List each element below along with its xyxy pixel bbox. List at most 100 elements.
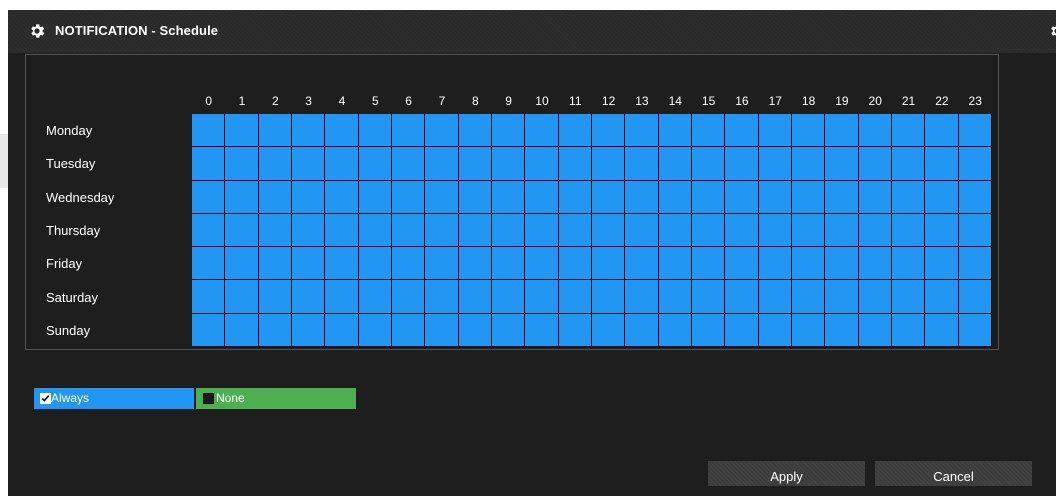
schedule-cell[interactable] [958,180,991,213]
schedule-cell[interactable] [358,114,391,147]
schedule-cell[interactable] [858,114,891,147]
schedule-cell[interactable] [925,313,958,346]
schedule-cell[interactable] [525,247,558,280]
schedule-cell[interactable] [558,147,591,180]
schedule-cell[interactable] [591,114,625,147]
schedule-cell[interactable] [658,280,691,313]
schedule-cell[interactable] [291,180,325,213]
gear-icon[interactable] [1048,22,1056,40]
schedule-cell[interactable] [558,280,591,313]
schedule-cell[interactable] [625,313,658,346]
schedule-cell[interactable] [258,280,291,313]
schedule-cell[interactable] [358,280,391,313]
schedule-cell[interactable] [225,147,258,180]
schedule-cell[interactable] [325,213,358,247]
schedule-cell[interactable] [491,114,525,147]
schedule-grid[interactable] [192,114,992,347]
schedule-cell[interactable] [325,114,358,147]
schedule-cell[interactable] [225,313,258,346]
schedule-cell[interactable] [758,247,791,280]
schedule-cell[interactable] [725,280,758,313]
schedule-cell[interactable] [358,180,391,213]
schedule-cell[interactable] [391,213,425,247]
schedule-cell[interactable] [825,213,858,247]
cancel-button[interactable]: Cancel [875,461,1032,486]
schedule-cell[interactable] [291,147,325,180]
schedule-cell[interactable] [192,280,225,313]
schedule-cell[interactable] [358,313,391,346]
schedule-cell[interactable] [691,247,725,280]
schedule-cell[interactable] [491,313,525,346]
schedule-cell[interactable] [925,213,958,247]
schedule-cell[interactable] [725,247,758,280]
schedule-cell[interactable] [325,147,358,180]
schedule-cell[interactable] [625,147,658,180]
schedule-cell[interactable] [192,213,225,247]
schedule-cell[interactable] [291,247,325,280]
schedule-cell[interactable] [725,147,758,180]
schedule-cell[interactable] [258,247,291,280]
schedule-cell[interactable] [858,147,891,180]
schedule-cell[interactable] [625,180,658,213]
schedule-cell[interactable] [525,213,558,247]
schedule-cell[interactable] [391,114,425,147]
schedule-cell[interactable] [658,313,691,346]
schedule-cell[interactable] [891,114,925,147]
schedule-cell[interactable] [491,247,525,280]
schedule-cell[interactable] [291,114,325,147]
schedule-cell[interactable] [791,180,825,213]
schedule-cell[interactable] [925,114,958,147]
schedule-cell[interactable] [725,313,758,346]
schedule-cell[interactable] [925,247,958,280]
schedule-cell[interactable] [891,280,925,313]
schedule-cell[interactable] [825,114,858,147]
schedule-cell[interactable] [658,213,691,247]
schedule-cell[interactable] [691,147,725,180]
schedule-cell[interactable] [491,213,525,247]
schedule-cell[interactable] [258,213,291,247]
schedule-cell[interactable] [858,180,891,213]
schedule-cell[interactable] [192,247,225,280]
schedule-cell[interactable] [192,114,225,147]
schedule-cell[interactable] [225,247,258,280]
schedule-cell[interactable] [525,114,558,147]
schedule-cell[interactable] [725,180,758,213]
schedule-cell[interactable] [558,313,591,346]
schedule-cell[interactable] [325,313,358,346]
schedule-cell[interactable] [858,280,891,313]
schedule-cell[interactable] [625,247,658,280]
schedule-cell[interactable] [758,180,791,213]
schedule-cell[interactable] [858,213,891,247]
schedule-cell[interactable] [758,280,791,313]
schedule-cell[interactable] [725,213,758,247]
schedule-cell[interactable] [825,247,858,280]
schedule-cell[interactable] [458,247,491,280]
schedule-cell[interactable] [458,114,491,147]
schedule-cell[interactable] [958,313,991,346]
schedule-cell[interactable] [258,180,291,213]
schedule-cell[interactable] [825,180,858,213]
schedule-cell[interactable] [291,313,325,346]
schedule-cell[interactable] [758,313,791,346]
schedule-cell[interactable] [825,147,858,180]
schedule-cell[interactable] [758,213,791,247]
schedule-cell[interactable] [791,147,825,180]
schedule-cell[interactable] [658,147,691,180]
schedule-cell[interactable] [558,114,591,147]
schedule-cell[interactable] [291,280,325,313]
schedule-cell[interactable] [425,213,458,247]
schedule-cell[interactable] [758,147,791,180]
schedule-cell[interactable] [891,313,925,346]
schedule-cell[interactable] [192,147,225,180]
schedule-cell[interactable] [958,280,991,313]
schedule-cell[interactable] [325,180,358,213]
schedule-cell[interactable] [891,213,925,247]
schedule-cell[interactable] [825,280,858,313]
schedule-cell[interactable] [658,180,691,213]
schedule-cell[interactable] [358,147,391,180]
schedule-cell[interactable] [858,247,891,280]
apply-button[interactable]: Apply [708,461,865,486]
schedule-cell[interactable] [691,213,725,247]
none-checkbox[interactable] [203,393,214,404]
schedule-cell[interactable] [458,180,491,213]
